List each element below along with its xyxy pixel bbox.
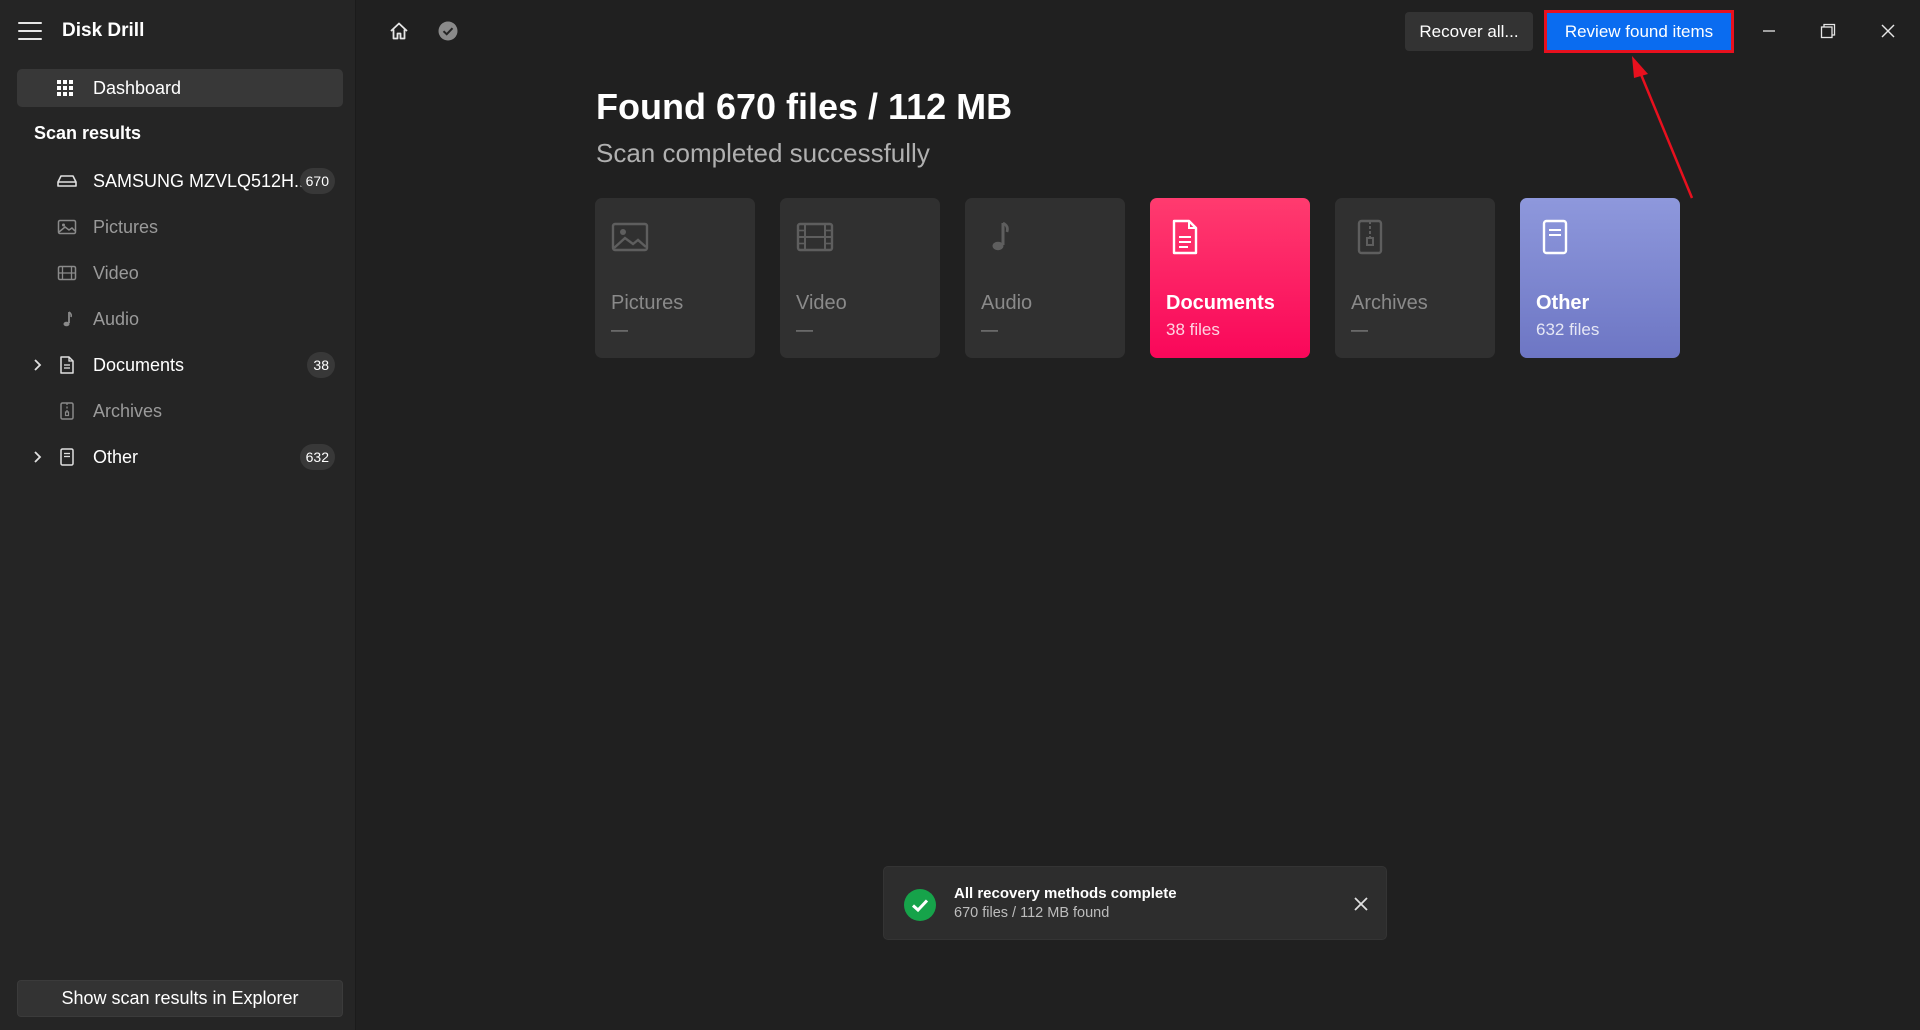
home-icon[interactable] — [388, 20, 410, 42]
page-subtitle: Scan completed successfully — [596, 138, 930, 168]
sidebar-item-video[interactable]: Video — [17, 253, 343, 293]
sidebar-item-label: Dashboard — [93, 77, 182, 98]
grid-icon — [57, 80, 73, 96]
sidebar-item-label: Documents — [93, 355, 185, 375]
sidebar-item-drive[interactable]: SAMSUNG MZVLQ512H... 670 — [17, 161, 343, 201]
category-name: Other — [1536, 292, 1590, 314]
chevron-right-icon[interactable] — [31, 355, 45, 375]
category-name: Archives — [1351, 292, 1428, 314]
close-icon[interactable] — [1352, 895, 1370, 913]
category-name: Pictures — [611, 292, 684, 314]
toast-title: All recovery methods complete — [954, 885, 1177, 902]
category-name: Video — [796, 292, 847, 314]
restore-icon[interactable] — [1815, 18, 1841, 44]
sidebar-item-other[interactable]: Other 632 — [17, 437, 343, 477]
category-card-pictures[interactable]: Pictures — — [595, 198, 755, 358]
show-in-explorer-button[interactable]: Show scan results in Explorer — [17, 980, 343, 1017]
category-name: Documents — [1166, 292, 1275, 314]
category-count: — — [981, 320, 998, 339]
page-title: Found 670 files / 112 MB — [596, 86, 1013, 127]
close-icon[interactable] — [1875, 18, 1901, 44]
image-icon — [57, 219, 77, 235]
success-check-icon — [904, 889, 936, 921]
sidebar-item-label: Video — [93, 263, 139, 283]
sidebar: Disk Drill Dashboard Scan results SAMSUN… — [0, 0, 356, 1030]
document-icon — [1172, 219, 1198, 255]
sidebar-item-label: Pictures — [93, 217, 159, 237]
category-count: 632 files — [1536, 320, 1600, 339]
drive-icon — [57, 175, 77, 187]
hamburger-menu-icon[interactable] — [18, 22, 42, 40]
minimize-icon[interactable] — [1756, 18, 1782, 44]
review-found-items-button[interactable]: Review found items — [1544, 10, 1734, 53]
scan-complete-check-icon[interactable] — [437, 20, 459, 42]
sidebar-item-dashboard[interactable]: Dashboard — [17, 69, 343, 107]
recover-all-button[interactable]: Recover all... — [1405, 12, 1533, 51]
sidebar-item-label: Archives — [93, 401, 163, 421]
completion-toast: All recovery methods complete 670 files … — [883, 866, 1387, 940]
music-note-icon — [992, 221, 1009, 251]
count-badge: 670 — [299, 168, 335, 194]
category-card-documents[interactable]: Documents 38 files — [1150, 198, 1310, 358]
sidebar-item-label: Other — [93, 447, 139, 467]
archive-icon — [1357, 219, 1383, 255]
archive-icon — [60, 402, 74, 420]
count-badge: 632 — [299, 444, 335, 470]
category-card-other[interactable]: Other 632 files — [1520, 198, 1680, 358]
category-card-video[interactable]: Video — — [780, 198, 940, 358]
chevron-right-icon[interactable] — [31, 447, 45, 467]
app-title: Disk Drill — [62, 20, 145, 41]
film-icon — [796, 222, 834, 252]
category-count: 38 files — [1166, 320, 1220, 339]
app-header: Disk Drill — [18, 16, 144, 46]
sidebar-item-archives[interactable]: Archives — [17, 391, 343, 431]
sidebar-item-pictures[interactable]: Pictures — [17, 207, 343, 247]
sidebar-item-label: SAMSUNG MZVLQ512H... — [93, 171, 310, 191]
category-count: — — [1351, 320, 1368, 339]
toast-message: 670 files / 112 MB found — [954, 905, 1110, 921]
category-count: — — [611, 320, 628, 339]
sidebar-item-documents[interactable]: Documents 38 — [17, 345, 343, 385]
category-count: — — [796, 320, 813, 339]
document-icon — [60, 356, 74, 374]
file-icon — [60, 448, 74, 466]
category-card-audio[interactable]: Audio — — [965, 198, 1125, 358]
image-icon — [611, 222, 649, 252]
music-note-icon — [63, 311, 73, 327]
sidebar-item-label: Audio — [93, 309, 140, 329]
scan-results-heading: Scan results — [34, 123, 142, 143]
category-card-archives[interactable]: Archives — — [1335, 198, 1495, 358]
count-badge: 38 — [307, 352, 335, 378]
sidebar-item-audio[interactable]: Audio — [17, 299, 343, 339]
file-icon — [1542, 219, 1568, 255]
film-icon — [57, 265, 77, 281]
category-name: Audio — [981, 292, 1033, 314]
